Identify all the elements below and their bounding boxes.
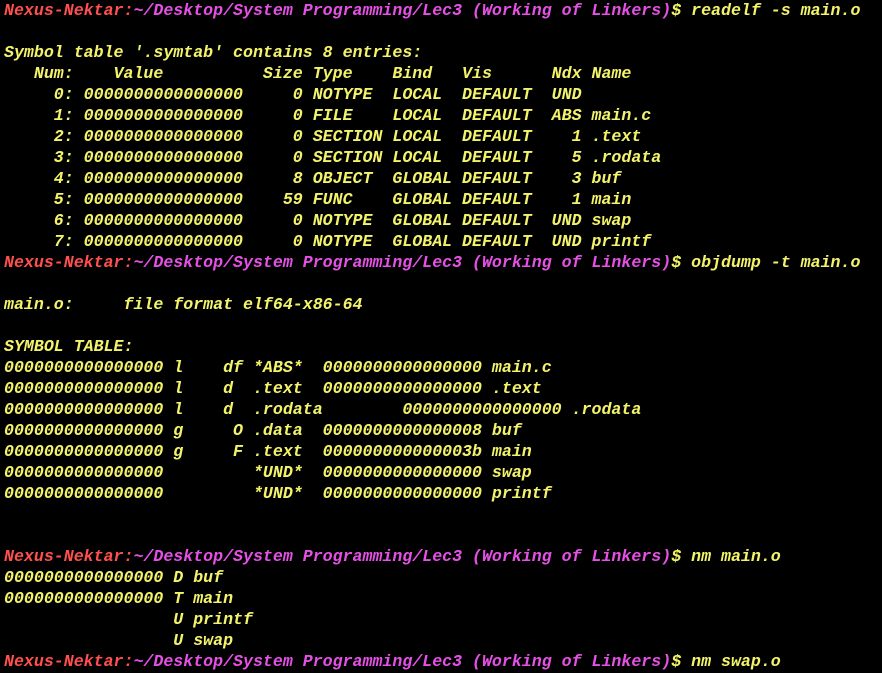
output-line: 1: 0000000000000000 0 FILE LOCAL DEFAULT…: [4, 106, 652, 125]
output-line: 0000000000000000 l d .rodata 00000000000…: [4, 400, 642, 419]
output-line: 0000000000000000 g O .data 0000000000000…: [4, 421, 522, 440]
output-line: U printf: [4, 610, 253, 629]
prompt-user-host: Nexus-Nektar:: [4, 547, 134, 566]
prompt-path: ~/Desktop/System Programming/Lec3 (Worki…: [133, 253, 672, 272]
prompt-path: ~/Desktop/System Programming/Lec3 (Worki…: [133, 652, 672, 671]
output-line: 0000000000000000 g F .text 0000000000000…: [4, 442, 532, 461]
output-line: U swap: [4, 631, 234, 650]
output-line: 2: 0000000000000000 0 SECTION LOCAL DEFA…: [4, 127, 642, 146]
output-line: 6: 0000000000000000 0 NOTYPE GLOBAL DEFA…: [4, 211, 632, 230]
output-line: 0000000000000000 l df *ABS* 000000000000…: [4, 358, 552, 377]
output-line: 0000000000000000 *UND* 0000000000000000 …: [4, 484, 552, 503]
output-line: 0000000000000000 *UND* 0000000000000000 …: [4, 463, 532, 482]
prompt-symbol: $: [671, 547, 682, 566]
prompt-user-host: Nexus-Nektar:: [4, 1, 134, 20]
prompt-line: Nexus-Nektar:~/Desktop/System Programmin…: [4, 252, 882, 273]
output-line: 0000000000000000 l d .text 0000000000000…: [4, 379, 542, 398]
command-text[interactable]: objdump -t main.o: [691, 253, 860, 272]
prompt-line: Nexus-Nektar:~/Desktop/System Programmin…: [4, 651, 882, 672]
output-line: Symbol table '.symtab' contains 8 entrie…: [4, 43, 423, 62]
output-line: SYMBOL TABLE:: [4, 337, 134, 356]
prompt-symbol: $: [671, 1, 682, 20]
command-text[interactable]: nm swap.o: [691, 652, 781, 671]
output-line: 0000000000000000 T main: [4, 589, 234, 608]
output-line: 0: 0000000000000000 0 NOTYPE LOCAL DEFAU…: [4, 85, 582, 104]
output-line: 3: 0000000000000000 0 SECTION LOCAL DEFA…: [4, 148, 662, 167]
output-line: 5: 0000000000000000 59 FUNC GLOBAL DEFAU…: [4, 190, 632, 209]
output-line: main.o: file format elf64-x86-64: [4, 295, 363, 314]
prompt-path: ~/Desktop/System Programming/Lec3 (Worki…: [133, 547, 672, 566]
prompt-user-host: Nexus-Nektar:: [4, 253, 134, 272]
prompt-symbol: $: [671, 652, 682, 671]
command-text[interactable]: nm main.o: [691, 547, 781, 566]
output-line: 4: 0000000000000000 8 OBJECT GLOBAL DEFA…: [4, 169, 622, 188]
terminal-window[interactable]: Nexus-Nektar:~/Desktop/System Programmin…: [0, 0, 882, 673]
output-line: 7: 0000000000000000 0 NOTYPE GLOBAL DEFA…: [4, 232, 652, 251]
prompt-line: Nexus-Nektar:~/Desktop/System Programmin…: [4, 0, 882, 21]
prompt-line: Nexus-Nektar:~/Desktop/System Programmin…: [4, 546, 882, 567]
prompt-symbol: $: [671, 253, 682, 272]
prompt-path: ~/Desktop/System Programming/Lec3 (Worki…: [133, 1, 672, 20]
output-line: Num: Value Size Type Bind Vis Ndx Name: [4, 64, 632, 83]
output-line: 0000000000000000 D buf: [4, 568, 224, 587]
command-text[interactable]: readelf -s main.o: [691, 1, 860, 20]
prompt-user-host: Nexus-Nektar:: [4, 652, 134, 671]
